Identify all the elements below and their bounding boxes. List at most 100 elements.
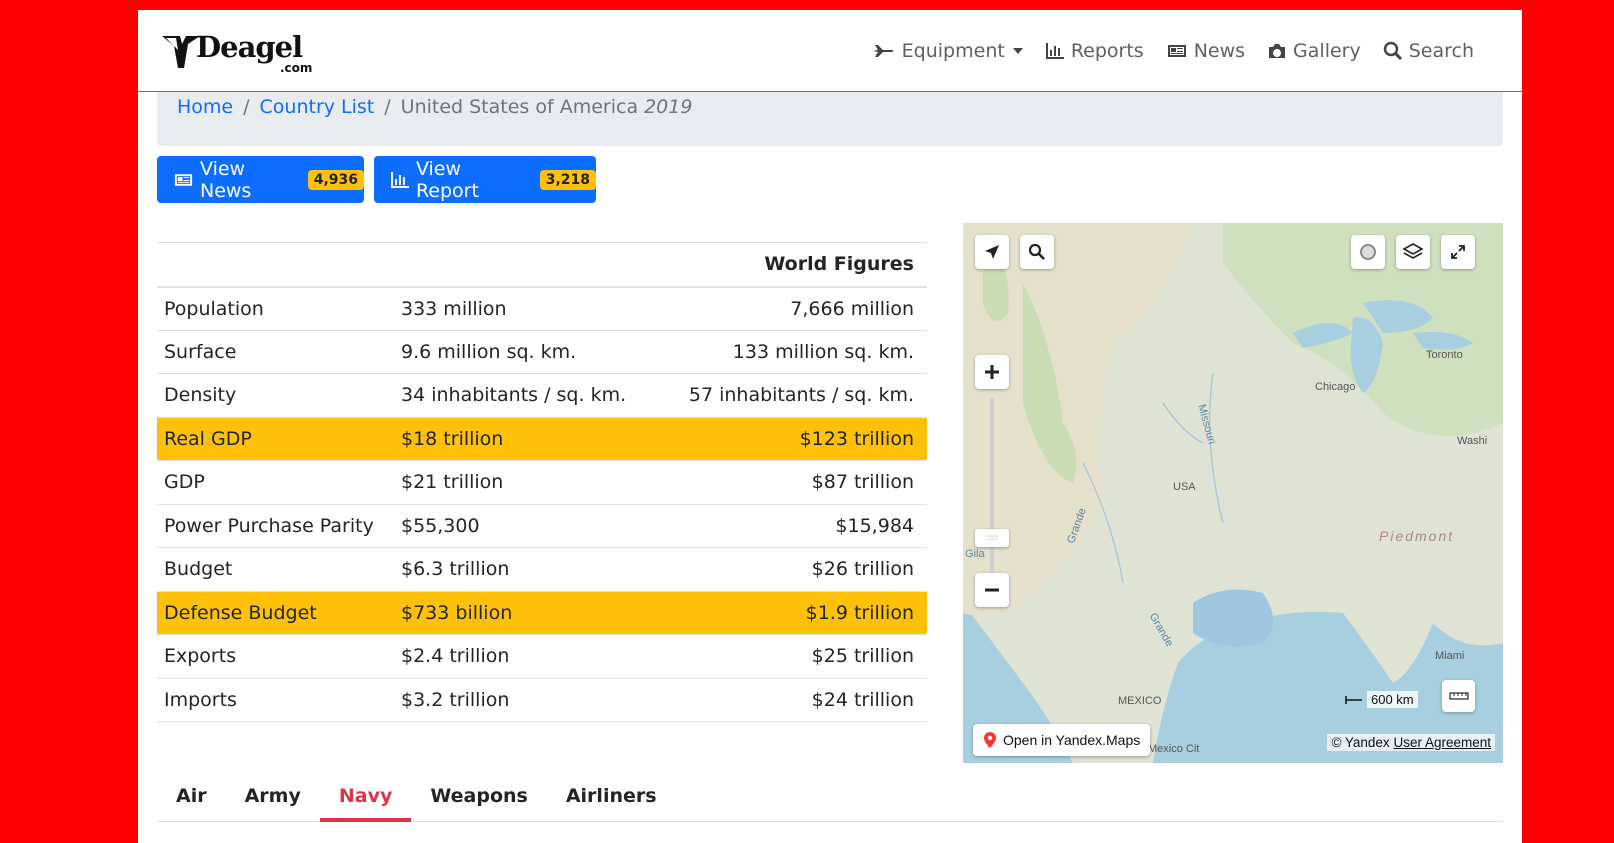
page-container: Deagel .com Equipment Reports News Galle…: [138, 10, 1522, 843]
fact-label: Budget: [157, 547, 401, 592]
main-nav: Equipment Reports News Gallery Search: [872, 40, 1474, 62]
news-count-badge: 4,936: [307, 169, 364, 190]
tab-army[interactable]: Army: [226, 780, 320, 822]
fact-world-value: $15,984: [671, 504, 927, 548]
zoom-slider-handle[interactable]: ::::: [975, 529, 1009, 547]
fact-label: Population: [157, 286, 401, 331]
tab-air[interactable]: Air: [157, 780, 226, 822]
map-label-mexico: MEXICO: [1118, 695, 1162, 707]
navbar: Deagel .com Equipment Reports News Galle…: [138, 10, 1522, 92]
search-icon: [1383, 41, 1402, 61]
fact-label: Power Purchase Parity: [157, 504, 401, 548]
fact-world-value: $24 trillion: [671, 678, 927, 722]
table-row: Power Purchase Parity $55,300 $15,984: [157, 504, 927, 548]
table-row: Real GDP $18 trillion $123 trillion: [157, 417, 927, 461]
equipment-tabs: Air Army Navy Weapons Airliners: [157, 780, 1503, 822]
fact-label: Surface: [157, 330, 401, 374]
table-row: Exports $2.4 trillion $25 trillion: [157, 634, 927, 679]
nav-equipment-label: Equipment: [901, 40, 1005, 62]
view-news-button[interactable]: View News 4,936: [157, 156, 364, 203]
fact-world-value: 57 inhabitants / sq. km.: [671, 373, 927, 418]
fact-country-value: 9.6 million sq. km.: [401, 330, 671, 374]
fact-country-value: $3.2 trillion: [401, 678, 671, 722]
fact-country-value: $18 trillion: [401, 417, 671, 461]
map-scale-label: 600 km: [1367, 691, 1418, 708]
fact-country-value: $2.4 trillion: [401, 634, 671, 679]
breadcrumb-country-list[interactable]: Country List: [260, 96, 375, 118]
fact-world-value: 7,666 million: [671, 286, 927, 331]
site-logo[interactable]: Deagel .com: [160, 30, 320, 76]
nav-reports-label: Reports: [1070, 40, 1144, 62]
world-figures-header: World Figures: [157, 242, 927, 288]
nav-news[interactable]: News: [1166, 40, 1245, 62]
country-map[interactable]: :::: Toronto Chicago Washi USA Piedmont …: [963, 223, 1503, 763]
fact-world-value: $123 trillion: [671, 417, 927, 461]
newspaper-icon: [174, 173, 193, 186]
fact-country-value: $55,300: [401, 504, 671, 548]
location-arrow-icon: [985, 245, 999, 259]
tab-navy[interactable]: Navy: [319, 780, 412, 822]
open-in-yandex-label: Open in Yandex.Maps: [1003, 732, 1141, 748]
facts-table-body: Population 333 million 7,666 million Surfac…: [157, 286, 927, 722]
breadcrumb-separator: /: [384, 96, 391, 118]
breadcrumb-current: United States of America: [400, 96, 639, 118]
fact-label: Imports: [157, 678, 401, 722]
zoom-in-button[interactable]: [975, 355, 1009, 389]
fullscreen-button[interactable]: [1441, 235, 1475, 269]
map-search-button[interactable]: [1020, 235, 1054, 269]
map-label-chicago: Chicago: [1315, 381, 1356, 393]
table-row: Defense Budget $733 billion $1.9 trillion: [157, 591, 927, 635]
fact-world-value: 133 million sq. km.: [671, 330, 927, 374]
open-in-yandex-maps-button[interactable]: Open in Yandex.Maps: [973, 724, 1151, 756]
nav-gallery[interactable]: Gallery: [1267, 40, 1361, 62]
map-label-toronto: Toronto: [1426, 349, 1463, 361]
breadcrumb-separator: /: [243, 96, 250, 118]
fact-country-value: 333 million: [401, 286, 671, 331]
breadcrumb-home[interactable]: Home: [177, 96, 233, 118]
map-label-mexico-city: Mexico Cit: [1148, 743, 1200, 755]
nav-equipment[interactable]: Equipment: [872, 40, 1023, 62]
newspaper-icon: [1167, 45, 1186, 57]
zoom-slider-track[interactable]: [990, 398, 994, 598]
bar-chart-icon: [390, 171, 409, 188]
ruler-button[interactable]: [1442, 680, 1475, 712]
fact-world-value: $1.9 trillion: [671, 591, 927, 635]
map-label-piedmont: Piedmont: [1379, 528, 1455, 544]
tab-weapons[interactable]: Weapons: [411, 780, 546, 822]
scale-bar-icon: [1345, 695, 1362, 704]
geolocation-button[interactable]: [975, 235, 1009, 269]
expand-icon: [1451, 245, 1465, 259]
map-pin-icon: [984, 732, 996, 748]
nav-search[interactable]: Search: [1383, 40, 1474, 62]
fact-world-value: $26 trillion: [671, 547, 927, 592]
user-agreement-link[interactable]: User Agreement: [1393, 735, 1491, 750]
map-scale: 600 km: [1345, 691, 1418, 708]
logo-text: Deagel: [196, 30, 303, 64]
zoom-out-button[interactable]: [975, 573, 1009, 607]
map-layers-button[interactable]: [1396, 235, 1430, 269]
nav-news-label: News: [1193, 40, 1246, 62]
fact-label: Real GDP: [157, 417, 401, 461]
map-copyright: © Yandex User Agreement: [1327, 734, 1495, 751]
map-label-washington: Washi: [1457, 435, 1488, 447]
map-label-miami: Miami: [1435, 650, 1465, 662]
fact-country-value: $21 trillion: [401, 460, 671, 505]
tab-airliners[interactable]: Airliners: [547, 780, 676, 822]
nav-gallery-label: Gallery: [1293, 40, 1361, 62]
table-row: Density 34 inhabitants / sq. km. 57 inhabi…: [157, 373, 927, 418]
table-row: Imports $3.2 trillion $24 trillion: [157, 678, 927, 722]
nav-reports[interactable]: Reports: [1045, 40, 1144, 62]
logo-suffix: .com: [280, 61, 313, 75]
traffic-icon: [1360, 244, 1376, 260]
fact-world-value: $87 trillion: [671, 460, 927, 505]
table-row: Population 333 million 7,666 million: [157, 286, 927, 331]
nav-search-label: Search: [1408, 40, 1474, 62]
traffic-button[interactable]: [1351, 235, 1385, 269]
view-report-button[interactable]: View Report 3,218: [374, 156, 596, 203]
ruler-icon: [1448, 692, 1469, 700]
table-row: GDP $21 trillion $87 trillion: [157, 460, 927, 505]
fact-country-value: $6.3 trillion: [401, 547, 671, 592]
map-label-usa: USA: [1173, 481, 1196, 493]
fact-label: Density: [157, 373, 401, 418]
map-copyright-text: © Yandex: [1331, 735, 1390, 750]
